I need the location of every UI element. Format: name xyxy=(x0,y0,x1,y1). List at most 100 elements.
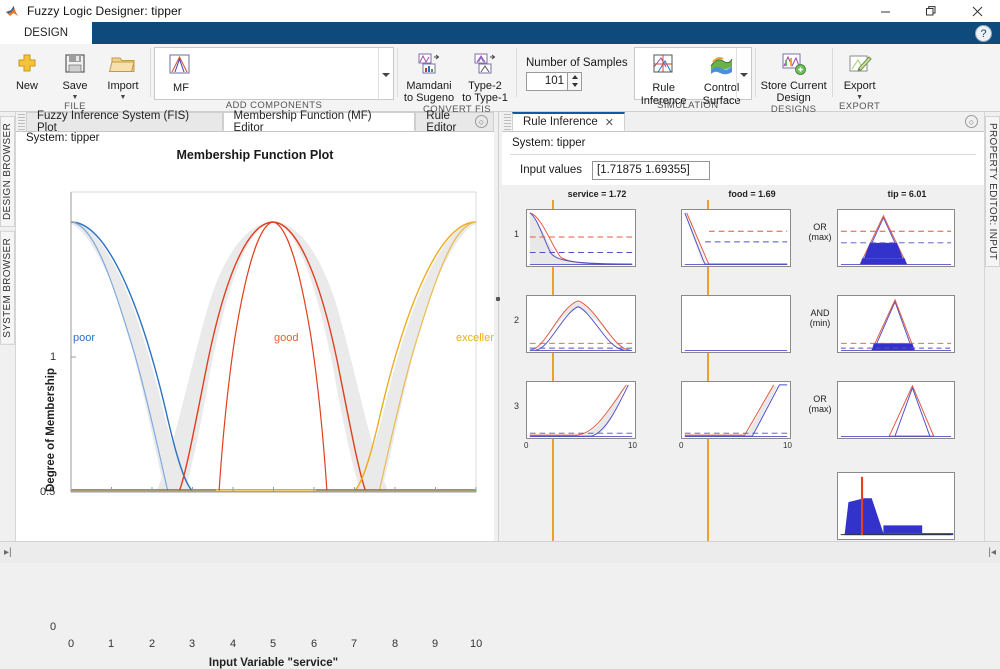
rule-number-2: 2 xyxy=(514,315,520,325)
left-tool-rail: DESIGN BROWSER SYSTEM BROWSER xyxy=(0,112,16,541)
gallery-expand-button[interactable] xyxy=(378,48,393,101)
control-surface-label-1: Control xyxy=(703,82,740,94)
window-controls xyxy=(862,0,1000,22)
stepper-buttons[interactable] xyxy=(568,71,582,91)
rule-inference-label-2: Inference xyxy=(640,95,687,107)
rule-1-connective: OR (max) xyxy=(800,222,840,242)
store-design-icon xyxy=(779,51,809,79)
input-values-field[interactable]: [1.71875 1.69355] xyxy=(592,160,711,180)
cell-rule2-food[interactable] xyxy=(681,295,791,353)
ribbon-group-simulation: Number of Samples 101 Rule Inference Con… xyxy=(517,44,755,111)
rule-3-connective-line1: OR xyxy=(813,394,827,404)
cell-rule1-output[interactable] xyxy=(837,209,955,267)
save-caret-icon[interactable]: ▼ xyxy=(72,94,79,101)
expand-left-icon[interactable]: ▸| xyxy=(4,547,12,558)
sidebar-item-design-browser[interactable]: DESIGN BROWSER xyxy=(0,116,15,227)
x-tick-2: 2 xyxy=(149,638,156,650)
ribbon: New Save ▼ Import ▼ FILE MF ADD COMPONEN… xyxy=(0,44,1000,115)
panel-options-icon[interactable]: ○ xyxy=(965,115,978,128)
simulation-gallery-expand-button[interactable] xyxy=(735,48,751,101)
cell-rule2-service[interactable] xyxy=(526,295,636,353)
right-tool-rail: PROPERTY EDITOR: INPUT xyxy=(984,112,1000,541)
panel-options-icon[interactable]: ○ xyxy=(475,115,488,128)
column-header-food: food = 1.69 xyxy=(728,189,776,199)
stepper-up-icon[interactable] xyxy=(568,73,581,82)
y-tick-0: 0 xyxy=(50,621,57,633)
rule-2-connective-line2: (min) xyxy=(809,318,831,328)
column-header-tip: tip = 6.01 xyxy=(887,189,927,199)
cell-rule3-food[interactable] xyxy=(681,381,791,439)
splitter-knob[interactable] xyxy=(496,297,500,301)
cell-rule3-output[interactable] xyxy=(837,381,955,439)
tab-fis-plot[interactable]: Fuzzy Inference System (FIS) Plot xyxy=(25,110,223,134)
cell-rule1-food[interactable] xyxy=(681,209,791,267)
store-design-label-2: Design xyxy=(776,91,811,104)
mamdani-to-sugeno-button[interactable]: Mamdani to Sugeno xyxy=(401,47,457,104)
cell-rule2-output[interactable] xyxy=(837,295,955,353)
rule-inference-button[interactable]: Rule Inference xyxy=(635,48,693,107)
matlab-icon xyxy=(5,3,23,19)
chevron-down-icon xyxy=(382,72,390,77)
rule-2-connective-line1: AND xyxy=(810,308,830,318)
membership-function-plot: Membership Function Plot 1 0.5 0 0 1 2 3… xyxy=(16,144,499,669)
panel-splitter[interactable] xyxy=(494,112,502,541)
input-values-row: Input values [1.71875 1.69355] xyxy=(502,155,984,185)
save-button[interactable]: Save ▼ xyxy=(51,47,99,101)
export-label: Export xyxy=(843,80,876,92)
ribbon-group-convert-fis: Mamdani to Sugeno Type-2 to Type-1 CONVE… xyxy=(398,44,516,115)
type2-to-type1-label-1: Type-2 xyxy=(468,80,502,92)
x-tick-5: 5 xyxy=(270,638,277,650)
new-button[interactable]: New xyxy=(3,47,51,93)
x-tick-7: 7 xyxy=(351,638,358,650)
x-tick-4: 4 xyxy=(230,638,237,650)
export-button[interactable]: Export ▼ xyxy=(836,47,884,101)
panel-drag-handle[interactable] xyxy=(18,114,25,130)
store-design-label-1: Store Current xyxy=(760,80,827,92)
import-caret-icon[interactable]: ▼ xyxy=(120,94,127,101)
status-bar: ▸| |◂ xyxy=(0,541,1000,563)
type2-to-type1-button[interactable]: Type-2 to Type-1 xyxy=(457,47,513,104)
store-current-design-button[interactable]: Store Current Design xyxy=(759,47,829,104)
tab-design[interactable]: DESIGN xyxy=(0,22,92,44)
close-icon[interactable]: ✕ xyxy=(605,116,614,129)
mf-plot-svg[interactable] xyxy=(16,162,494,547)
sidebar-item-property-editor-input[interactable]: PROPERTY EDITOR: INPUT xyxy=(985,116,1000,268)
rule-inference-icon xyxy=(649,53,679,81)
tab-mf-editor[interactable]: Membership Function (MF) Editor xyxy=(222,110,416,134)
add-components-gallery: MF xyxy=(154,47,394,101)
mf-editor-panel: Fuzzy Inference System (FIS) Plot Member… xyxy=(16,110,499,669)
cell-rule1-service[interactable] xyxy=(526,209,636,267)
x-tick-10: 10 xyxy=(470,638,483,650)
cell-rule3-service[interactable] xyxy=(526,381,636,439)
sidebar-item-system-browser[interactable]: SYSTEM BROWSER xyxy=(0,231,15,345)
input-values-label: Input values xyxy=(520,164,583,176)
food-xtick-min: 0 xyxy=(679,441,684,450)
minimize-button[interactable] xyxy=(862,0,908,22)
x-tick-0: 0 xyxy=(68,638,75,650)
number-of-samples-stepper[interactable]: 101 xyxy=(526,71,582,91)
save-disk-icon xyxy=(60,51,90,79)
close-button[interactable] xyxy=(954,0,1000,22)
fuzzy-logic-designer-window: Fuzzy Logic Designer: tipper DESIGN ? Ne… xyxy=(0,0,1000,669)
control-surface-icon xyxy=(707,53,737,81)
panel-drag-handle[interactable] xyxy=(504,114,511,130)
import-button[interactable]: Import ▼ xyxy=(99,47,147,101)
rule-1-connective-line1: OR xyxy=(813,222,827,232)
mamdani-to-sugeno-icon xyxy=(414,51,444,79)
stepper-down-icon[interactable] xyxy=(568,81,581,90)
window-title: Fuzzy Logic Designer: tipper xyxy=(27,4,182,18)
x-tick-3: 3 xyxy=(189,638,196,650)
help-icon[interactable]: ? xyxy=(975,25,992,42)
number-of-samples-label: Number of Samples xyxy=(526,56,628,69)
expand-right-icon[interactable]: |◂ xyxy=(988,547,996,558)
aggregate-output-plot[interactable] xyxy=(837,472,955,540)
export-caret-icon[interactable]: ▼ xyxy=(856,94,863,101)
add-mf-button[interactable]: MF xyxy=(155,48,207,94)
main-body: DESIGN BROWSER SYSTEM BROWSER Fuzzy Infe… xyxy=(0,110,1000,669)
x-tick-1: 1 xyxy=(108,638,115,650)
restore-button[interactable] xyxy=(908,0,954,22)
tab-rule-inference[interactable]: Rule Inference ✕ xyxy=(512,112,626,131)
membership-function-icon xyxy=(166,53,196,81)
number-of-samples-input[interactable]: 101 xyxy=(526,71,568,91)
service-xtick-max: 10 xyxy=(628,441,637,450)
